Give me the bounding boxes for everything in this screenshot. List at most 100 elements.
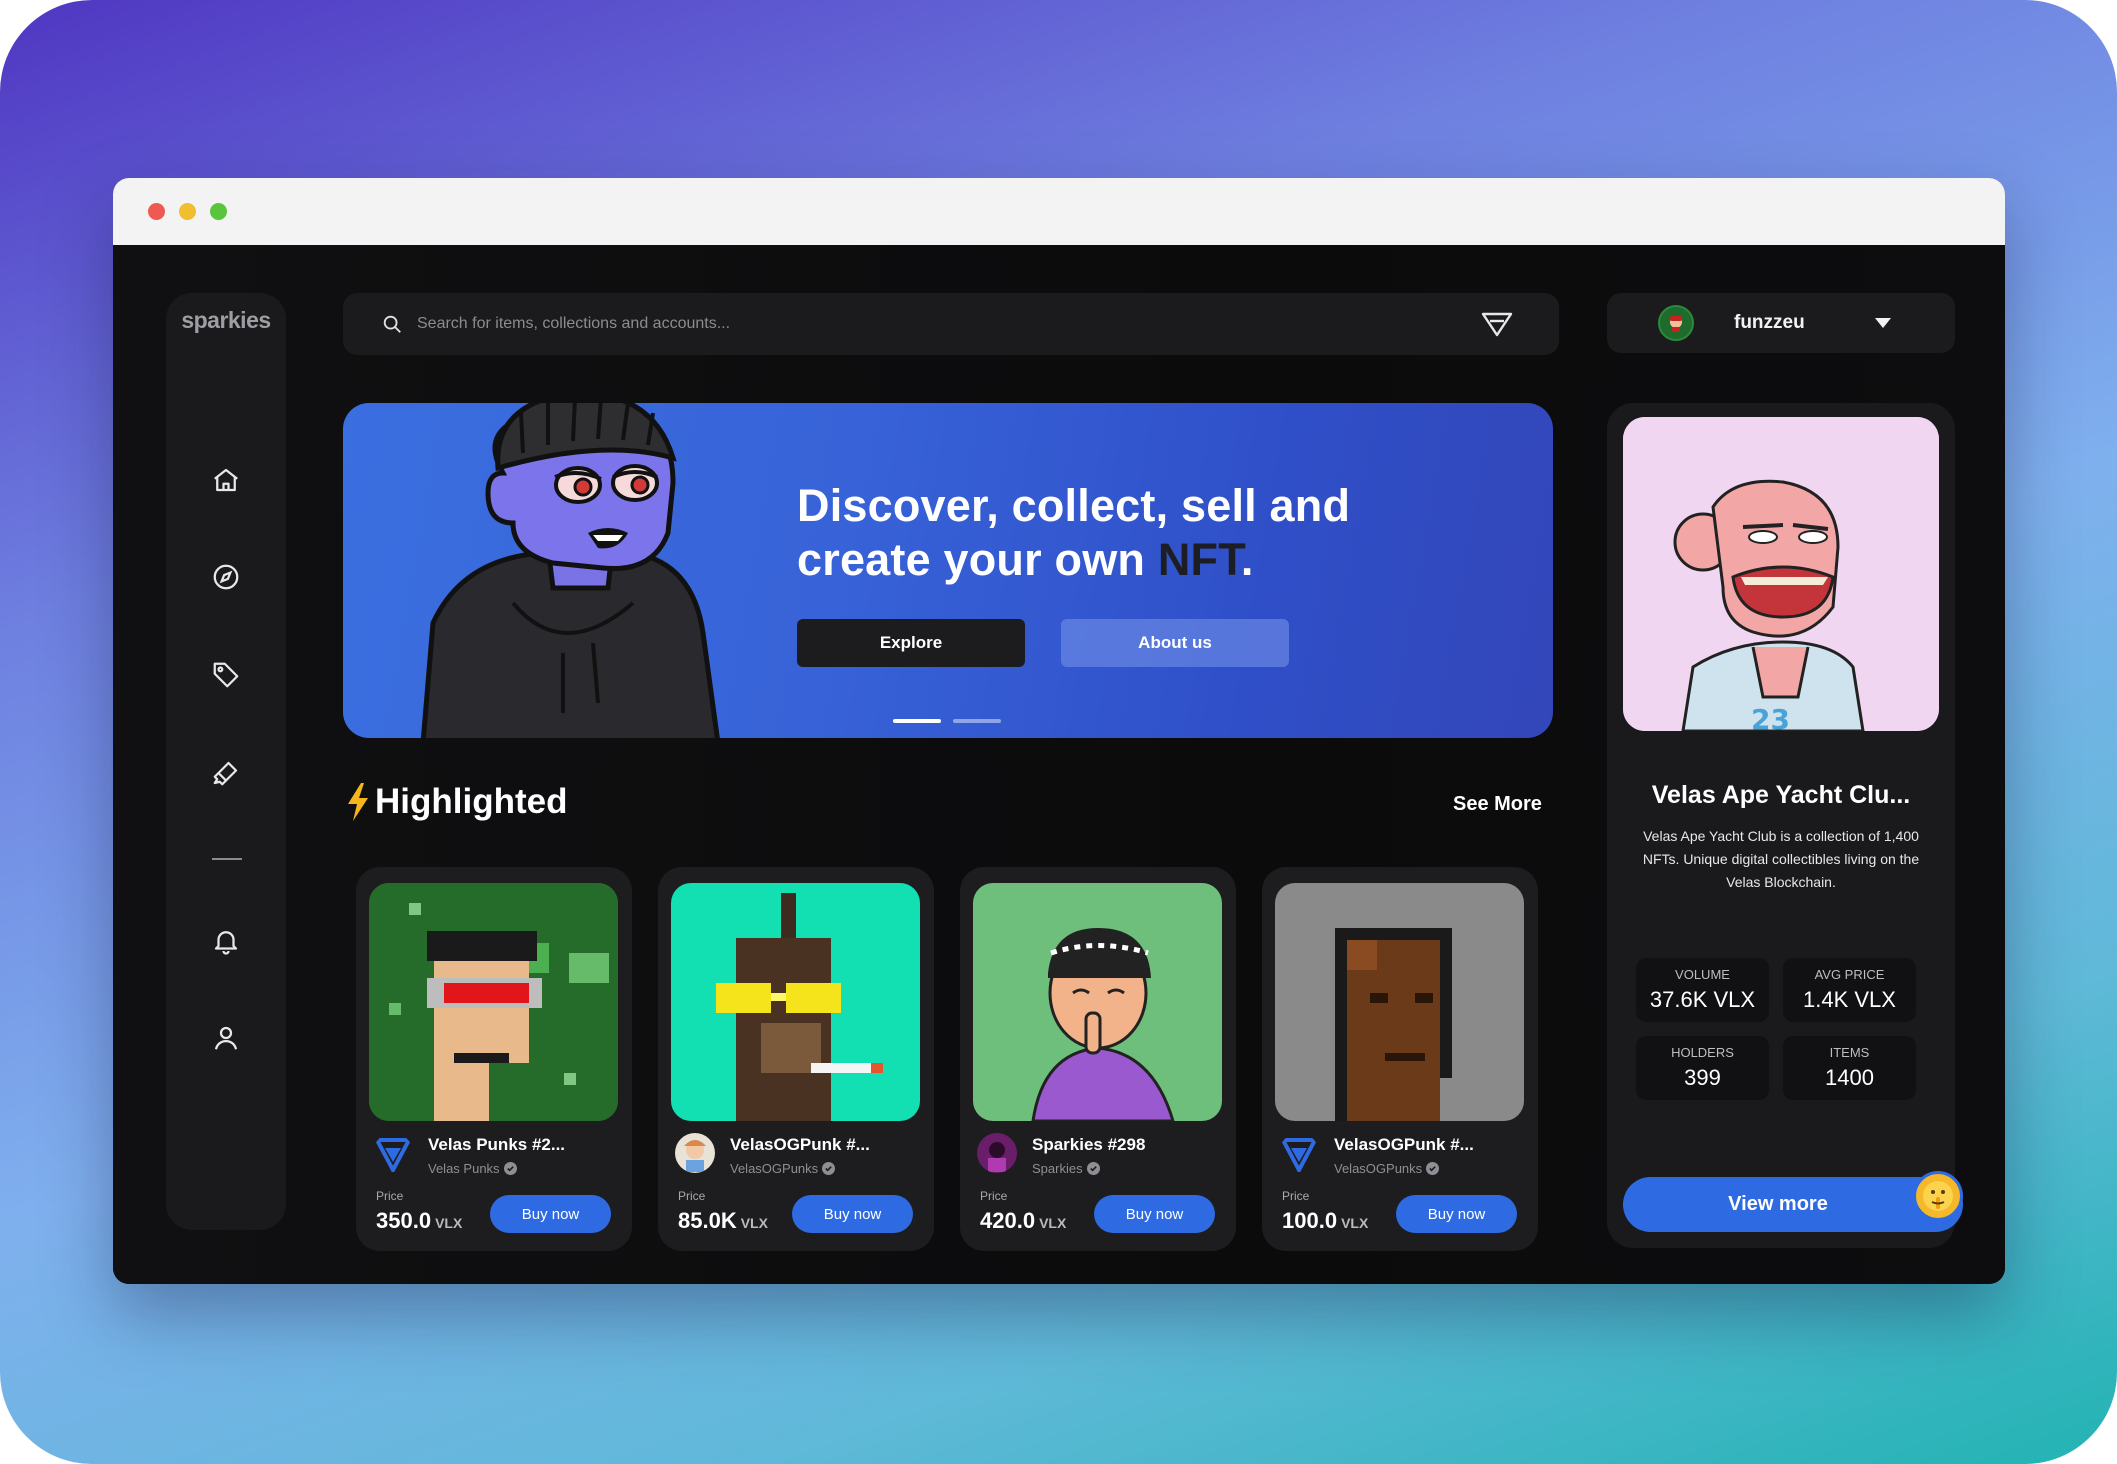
stat-label: ITEMS — [1829, 1045, 1870, 1060]
chevron-down-icon[interactable] — [1874, 317, 1892, 329]
price-currency: VLX — [1341, 1215, 1369, 1231]
view-more-button[interactable]: View more — [1623, 1177, 1963, 1232]
compass-icon[interactable] — [200, 551, 252, 603]
stat-holders: HOLDERS 399 — [1636, 1036, 1769, 1100]
price-value: 350.0 — [376, 1208, 432, 1233]
stat-value: 399 — [1684, 1065, 1721, 1090]
user-icon[interactable] — [200, 1012, 252, 1064]
nft-name: Sparkies #298 — [1032, 1135, 1146, 1154]
nft-name: VelasOGPunk #... — [1334, 1135, 1474, 1154]
nft-image[interactable] — [1275, 883, 1524, 1121]
nft-image[interactable] — [369, 883, 618, 1121]
sidebar-divider — [212, 858, 242, 860]
home-icon[interactable] — [200, 454, 252, 506]
price-label: Price — [980, 1189, 1008, 1203]
buy-now-button[interactable]: Buy now — [490, 1195, 611, 1233]
nft-name: Velas Punks #2... — [428, 1135, 566, 1154]
carousel-pager — [893, 719, 1001, 723]
lightning-icon — [348, 783, 368, 821]
stat-items: ITEMS 1400 — [1783, 1036, 1916, 1100]
nft-price: 420.0 VLX — [980, 1208, 1066, 1234]
user-menu[interactable]: funzzeu — [1607, 293, 1955, 353]
carousel-dot-1[interactable] — [893, 719, 941, 723]
bell-icon[interactable] — [200, 915, 252, 967]
brush-icon[interactable] — [200, 747, 252, 799]
collection-name: Velas Punks — [428, 1161, 500, 1176]
hero-banner: Discover, collect, sell and create your … — [343, 403, 1553, 738]
hero-title-highlight: NFT — [1157, 534, 1241, 585]
stat-value: 37.6K VLX — [1649, 987, 1756, 1012]
featured-description: Velas Ape Yacht Club is a collection of … — [1642, 828, 1920, 890]
nft-image[interactable] — [973, 883, 1222, 1121]
app-logo[interactable]: sparkies — [166, 307, 286, 334]
collection-avatar — [977, 1133, 1017, 1173]
search-bar — [343, 293, 1559, 355]
username: funzzeu — [1734, 312, 1805, 333]
price-currency: VLX — [1039, 1215, 1067, 1231]
price-currency: VLX — [435, 1215, 463, 1231]
nft-image[interactable] — [671, 883, 920, 1121]
nft-name: VelasOGPunk #... — [730, 1135, 870, 1154]
sidebar: sparkies — [166, 293, 286, 1230]
stat-value: 1400 — [1825, 1065, 1874, 1090]
close-window-button[interactable] — [148, 203, 165, 220]
hero-character-illustration — [420, 403, 720, 738]
search-icon — [381, 313, 403, 335]
nft-collection: Velas Punks — [428, 1161, 517, 1176]
collection-avatar — [675, 1133, 715, 1173]
buy-now-button[interactable]: Buy now — [792, 1195, 913, 1233]
verified-icon — [503, 1162, 517, 1175]
hero-title-suffix: . — [1240, 534, 1254, 585]
highlighted-heading: Highlighted — [345, 782, 567, 822]
nft-price: 350.0 VLX — [376, 1208, 462, 1234]
collection-name: Sparkies — [1032, 1161, 1083, 1176]
featured-title: Velas Ape Yacht Clu... — [1651, 781, 1911, 809]
stat-label: AVG PRICE — [1814, 967, 1885, 982]
nft-card[interactable]: VelasOGPunk #... VelasOGPunks Price 100.… — [1262, 867, 1538, 1251]
featured-collection-image[interactable]: 23 — [1623, 417, 1939, 731]
tag-icon[interactable] — [200, 649, 252, 701]
svg-text:23: 23 — [1751, 703, 1790, 731]
nft-price: 85.0K VLX — [678, 1208, 768, 1234]
see-more-link[interactable]: See More — [1453, 793, 1542, 816]
window-titlebar — [113, 178, 2005, 245]
collection-avatar — [1279, 1133, 1319, 1173]
nft-price: 100.0 VLX — [1282, 1208, 1368, 1234]
collection-name: VelasOGPunks — [1334, 1161, 1423, 1176]
hero-title: Discover, collect, sell and create your … — [797, 479, 1350, 587]
stat-volume: VOLUME 37.6K VLX — [1636, 958, 1769, 1022]
shushing-face-icon[interactable] — [1913, 1171, 1963, 1221]
app-root: sparkies Search for items, collections a… — [113, 245, 2005, 1284]
nft-card[interactable]: Velas Punks #2... Velas Punks Price 350.… — [356, 867, 632, 1251]
stat-avg-price: AVG PRICE 1.4K VLX — [1783, 958, 1916, 1022]
stat-label: HOLDERS — [1671, 1045, 1734, 1060]
featured-collection-panel: 23 Velas Ape Yacht Clu... Velas Ape Yach… — [1607, 403, 1963, 1248]
price-currency: VLX — [740, 1215, 768, 1231]
buy-now-button[interactable]: Buy now — [1094, 1195, 1215, 1233]
hero-title-line1: Discover, collect, sell and — [797, 480, 1351, 531]
nft-card[interactable]: VelasOGPunk #... VelasOGPunks Price 85.0… — [658, 867, 934, 1251]
filter-icon[interactable] — [1481, 311, 1513, 337]
price-value: 100.0 — [1282, 1208, 1338, 1233]
verified-icon — [822, 1162, 836, 1175]
buy-now-button[interactable]: Buy now — [1396, 1195, 1517, 1233]
maximize-window-button[interactable] — [210, 203, 227, 220]
browser-window: sparkies Search for items, collections a… — [113, 178, 2005, 1284]
stat-value: 1.4K VLX — [1803, 987, 1896, 1012]
nft-collection: VelasOGPunks — [1334, 1161, 1440, 1176]
minimize-window-button[interactable] — [179, 203, 196, 220]
price-label: Price — [376, 1189, 404, 1203]
nft-collection: VelasOGPunks — [730, 1161, 836, 1176]
about-us-button[interactable]: About us — [1061, 619, 1289, 667]
nft-collection: Sparkies — [1032, 1161, 1100, 1176]
explore-button[interactable]: Explore — [797, 619, 1025, 667]
price-label: Price — [1282, 1189, 1310, 1203]
hero-title-line2: create your own — [797, 534, 1158, 585]
price-label: Price — [678, 1189, 706, 1203]
nft-card[interactable]: Sparkies #298 Sparkies Price 420.0 VLX Bu… — [960, 867, 1236, 1251]
price-value: 85.0K — [678, 1208, 737, 1233]
price-value: 420.0 — [980, 1208, 1036, 1233]
search-input[interactable] — [417, 315, 1417, 333]
collection-name: VelasOGPunks — [730, 1161, 819, 1176]
carousel-dot-2[interactable] — [953, 719, 1001, 723]
